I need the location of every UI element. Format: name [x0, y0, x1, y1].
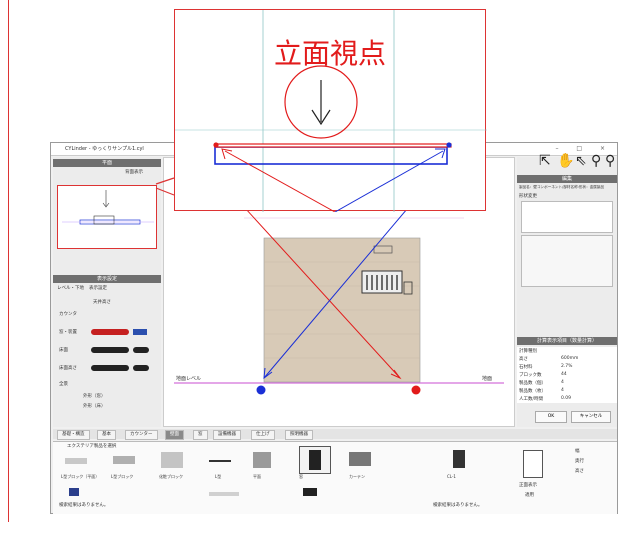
apply-button[interactable]: 適用 [525, 492, 534, 498]
left-panel: 平面 背面表示 表示設定 レベル・下地 表示設定 天井高さ カウンタ 窓・装置 … [53, 157, 161, 427]
camera-point-blue [256, 385, 266, 395]
item-label-5[interactable]: 窓 [299, 474, 303, 480]
prop-value-5[interactable]: 4 [561, 388, 564, 393]
document-margin-line [8, 0, 9, 522]
status-right: 検索結果はありません。 [433, 503, 483, 508]
parts-library: エクステリア製品を選択 L型ブロック（平面） L型ブロック 化粧ブロック L型 … [53, 441, 617, 514]
label-outline-window: 外形（窓） [83, 394, 106, 399]
level-label-right: 地面 [482, 375, 492, 382]
status-left: 検索結果はありません。 [59, 503, 109, 508]
show-rear-label[interactable]: 背面表示 [125, 169, 143, 175]
view-setting-title: 表示設定 [53, 275, 161, 283]
plan-thumbnail[interactable] [57, 185, 157, 249]
item-thumb-extra-1[interactable] [69, 488, 79, 496]
label-ceiling-height: 天井高さ [93, 300, 111, 305]
plan-section-title: 平面 [53, 159, 161, 167]
tab-6[interactable]: 仕上げ [251, 430, 275, 440]
elevation-viewpoint-callout: 立面視点 [174, 9, 487, 213]
camera-point-red [411, 385, 421, 395]
tab-7[interactable]: 照明機器 [285, 430, 313, 440]
tab-display[interactable]: 表示設定 [89, 285, 107, 291]
callout-title: 立面視点 [273, 37, 386, 70]
item-thumb-1[interactable] [113, 456, 135, 464]
prop-label-4: 製品数（個） [519, 381, 546, 386]
item-thumb-2[interactable] [161, 452, 183, 468]
wall-plan-outline [214, 146, 448, 165]
label-floor: 床面 [59, 348, 68, 353]
label-outline-floor: 外形（床） [83, 404, 106, 409]
tab-4[interactable]: 窓 [193, 430, 208, 440]
item-thumb-extra-3[interactable] [303, 488, 317, 496]
prop-value-3[interactable]: 44 [561, 372, 567, 377]
label-window: 窓・装置 [59, 330, 77, 335]
width-label: 幅 [575, 449, 580, 454]
item-label-2[interactable]: 化粧ブロック [159, 474, 183, 480]
properties-subtitle: 製品名：壁コンポーネント/部材名称:形状：金属製品 [519, 185, 605, 189]
prop-value-1[interactable]: 600mm [561, 356, 578, 361]
item-thumb-6[interactable] [349, 452, 371, 466]
item-preview [523, 450, 543, 478]
tab-5[interactable]: 設備機器 [213, 430, 241, 440]
prop-label-0: 計算種別 [519, 349, 537, 354]
placement-options[interactable] [521, 235, 613, 287]
property-grid: 計算種別 高さ 600mm 石材料 2.7% ブロック数 44 製品数（個） 4… [517, 347, 617, 403]
item-thumb-3[interactable] [209, 460, 231, 462]
properties-title: 編集 [517, 175, 617, 183]
prop-value-6[interactable]: 0.09 [561, 396, 571, 401]
tab-3[interactable]: 壁面 [165, 430, 184, 440]
prop-value-2[interactable]: 2.7% [561, 364, 572, 369]
ok-button[interactable]: OK [535, 411, 567, 423]
window-title: CYLinder - ゆっくりサンプル1.cyl [65, 146, 144, 152]
item-label-0[interactable]: L型ブロック（平面） [61, 474, 99, 480]
item-thumb-0[interactable] [65, 458, 87, 464]
filter-label[interactable]: エクステリア製品を選択 [67, 443, 116, 449]
item-label-7[interactable]: CL-1 [447, 474, 456, 479]
shape-change-label: 形状変更 [519, 194, 537, 199]
item-label-4[interactable]: 平面 [253, 474, 261, 480]
depth-label: 奥行 [575, 459, 584, 464]
item-selected[interactable] [299, 446, 331, 474]
label-counter: カウンタ [59, 312, 77, 317]
floor-height-input[interactable] [133, 365, 149, 371]
level-label-left: 地面レベル [176, 375, 201, 382]
prop-label-3: ブロック数 [519, 373, 542, 378]
select-arrow-icon[interactable]: ⇱ [539, 153, 551, 169]
right-panel: ⇱ ✋ ⇖ ⚲ ⚲ 編集 製品名：壁コンポーネント/部材名称:形状：金属製品 形… [517, 153, 617, 427]
magnifier-icon-2[interactable]: ⚲ [605, 153, 615, 169]
label-overview: 全景 [59, 382, 68, 387]
window-level-slider[interactable] [91, 329, 129, 335]
window-level-button[interactable] [133, 329, 147, 335]
item-thumb-extra-2[interactable] [209, 492, 239, 496]
magnifier-icon[interactable]: ⚲ [591, 153, 601, 169]
pointer-icon[interactable]: ⇖ [575, 153, 587, 169]
category-tabs: 基礎・構造 基本 カウンター 壁面 窓 設備機器 仕上げ 照明機器 [53, 429, 617, 440]
floor-height-slider[interactable] [91, 365, 129, 371]
prop-label-5: 製品数（枚） [519, 389, 546, 394]
item-label-3[interactable]: L型 [215, 474, 221, 480]
prop-label-6: 人工数/時間 [519, 397, 544, 402]
shape-preview[interactable] [521, 201, 613, 233]
hand-pan-icon[interactable]: ✋ [557, 153, 574, 169]
tab-0[interactable]: 基礎・構造 [57, 430, 90, 440]
data-section-title: 計算表示項目（数量計算） [517, 337, 617, 345]
prop-label-1: 高さ [519, 357, 528, 362]
floor-level-slider[interactable] [91, 347, 129, 353]
cancel-button[interactable]: キャンセル [571, 411, 611, 423]
item-label-6[interactable]: カーテン [349, 474, 365, 480]
plan-thumbnail-drawing [62, 190, 154, 225]
tab-1[interactable]: 基本 [97, 430, 116, 440]
floor-level-input[interactable] [133, 347, 149, 353]
prop-value-4[interactable]: 4 [561, 380, 564, 385]
item-thumb-7[interactable] [453, 450, 465, 468]
item-thumb-5 [309, 450, 321, 470]
front-view-label[interactable]: 正面表示 [519, 482, 537, 488]
height-label: 高さ [575, 469, 584, 474]
tab-2[interactable]: カウンター [125, 430, 158, 440]
prop-label-2: 石材料 [519, 365, 533, 370]
tab-level[interactable]: レベル・下地 [57, 285, 84, 291]
item-label-1[interactable]: L型ブロック [111, 474, 133, 480]
item-thumb-4[interactable] [253, 452, 271, 468]
label-floor-height: 床面高さ [59, 366, 77, 371]
